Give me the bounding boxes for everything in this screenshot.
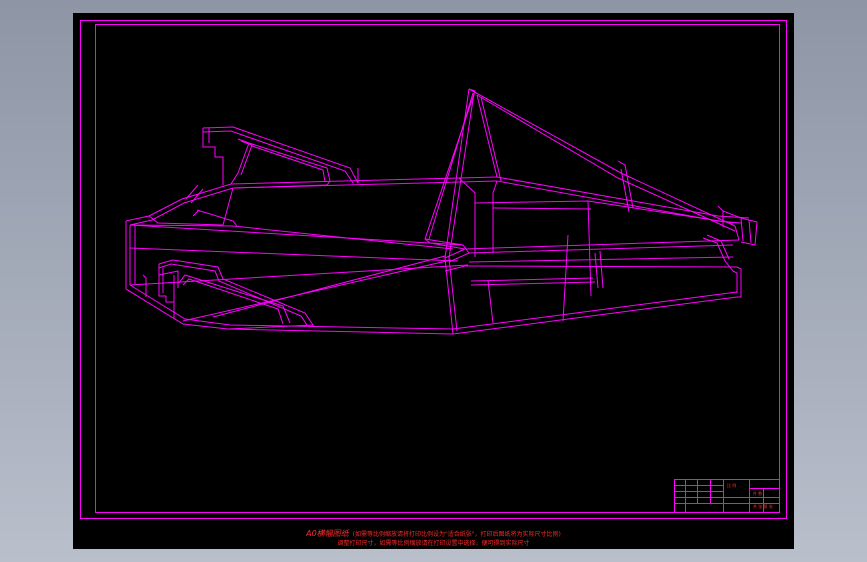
print-note-text-1: (如需等比例缩放请将打印比例设为"适合纸张"，打印后图纸将为实际尺寸比例) xyxy=(352,531,561,538)
nose-detail xyxy=(142,209,238,297)
truss-diagonals xyxy=(129,224,469,322)
right-section xyxy=(444,200,740,324)
titleblock-sheet: 共 张 第 张 xyxy=(753,504,773,509)
cad-drawing xyxy=(80,20,787,519)
titleblock-ratio: 比 例 xyxy=(727,483,737,488)
drawing-sheet: A0横幅图纸 (如需等比例缩放请将打印比例设为"适合纸张"，打印后图纸将为实际尺寸… xyxy=(73,13,794,549)
print-note-line-2: 调整打印尺寸，如需等比例缩放请在打印设置中选择，便可得到实际尺寸 xyxy=(73,538,794,547)
outer-border xyxy=(80,20,787,519)
frame-lower-rail xyxy=(125,266,742,335)
titleblock-qty: 件 数 xyxy=(753,491,763,496)
top-bracket xyxy=(202,126,359,189)
central-tower xyxy=(424,88,736,335)
lower-bracket xyxy=(158,259,314,330)
print-note-title: A0横幅图纸 xyxy=(306,529,349,538)
print-note-text-2: 调整打印尺寸，如需等比例缩放请在打印设置中选择，便可得到实际尺寸 xyxy=(337,540,530,547)
